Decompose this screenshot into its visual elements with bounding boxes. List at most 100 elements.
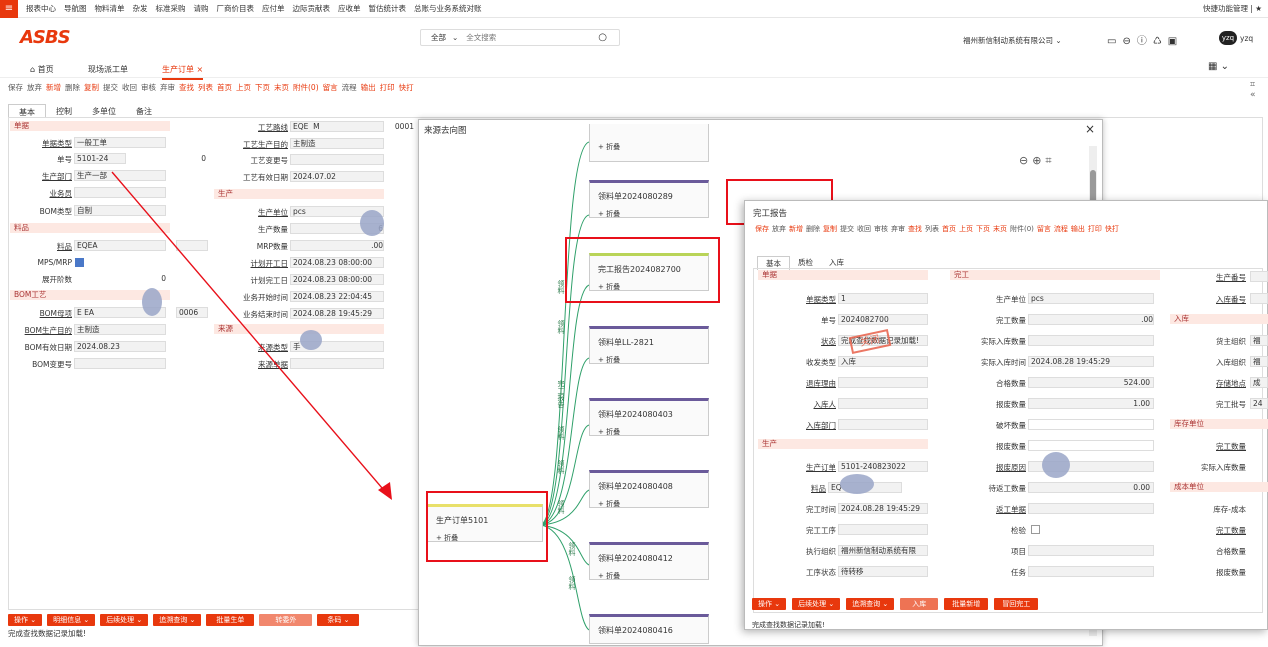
r-in-dept-field[interactable] [838, 419, 928, 430]
operate-button[interactable]: 操作 ⌄ [8, 614, 43, 626]
r-proc-field[interactable] [838, 524, 928, 535]
r-in-person-field[interactable] [838, 398, 928, 409]
edge-label: 领料 [557, 500, 565, 514]
rtb-recall[interactable]: 收回 [857, 225, 871, 233]
r-trace-button[interactable]: 追溯查询 ⌄ [846, 598, 895, 610]
r-in-org-field[interactable]: 福 [1250, 356, 1268, 367]
r-scrap2-label: 报废数量 [1216, 568, 1246, 577]
flow-node[interactable]: 领料单LL-2821 + 折叠 [589, 326, 709, 364]
followup-button[interactable]: 后续处理 ⌄ [100, 614, 149, 626]
trace-button[interactable]: 追溯查询 ⌄ [153, 614, 202, 626]
rtb-print[interactable]: 打印 [1088, 225, 1102, 233]
r-wait-label: 待返工数量 [988, 484, 1027, 493]
r-order-field[interactable]: 5101-240823022 [838, 461, 928, 472]
edge-label: 完工报告 [557, 380, 565, 408]
flow-node[interactable]: 领料单2024080403 + 折叠 [589, 398, 709, 436]
r-unit-label: 生产单位 [996, 295, 1026, 304]
r-org-field[interactable]: 福州新信制动系统有限 [838, 545, 928, 556]
status-text: 完成查找数据记录加载! [8, 629, 87, 638]
rtb-prev[interactable]: 上页 [959, 225, 973, 233]
redaction-blur [1042, 452, 1070, 478]
r-rd-label: 收发类型 [806, 358, 836, 367]
flow-node[interactable]: 领料单2024080416 [589, 614, 709, 644]
r-return-button[interactable]: 冒回完工 [994, 598, 1039, 610]
r-in-no-field[interactable] [1250, 293, 1268, 304]
r-status-label: 状态 [821, 337, 836, 346]
r-followup-button[interactable]: 后续处理 ⌄ [792, 598, 841, 610]
r-cost-org-field[interactable]: 福 [1250, 335, 1268, 346]
r-wait-field[interactable]: 0.00 [1028, 482, 1154, 493]
rtb-new[interactable]: 新增 [789, 225, 803, 233]
r-batch-new-button[interactable]: 批量新增 [944, 598, 989, 610]
r-reason-field[interactable] [838, 377, 928, 388]
r-no-field[interactable]: 2024082700 [838, 314, 928, 325]
r-scrap-field[interactable]: 1.00 [1028, 398, 1154, 409]
rtb-message[interactable]: 留言 [1037, 225, 1051, 233]
r-in-no-label: 入库番号 [1216, 295, 1246, 304]
r-time-field[interactable]: 2024.08.28 19:45:29 [838, 503, 928, 514]
rtb-quickprint[interactable]: 快打 [1105, 225, 1119, 233]
flow-node[interactable]: 领料单2024080408 + 折叠 [589, 470, 709, 508]
flow-node[interactable]: 领料单2024080289 + 折叠 [589, 180, 709, 218]
r-in-dept-label: 入库部门 [806, 421, 836, 430]
rtb-flow[interactable]: 流程 [1054, 225, 1068, 233]
rtb-copy[interactable]: 复制 [823, 225, 837, 233]
r-status-text: 完成查找数据记录加载! [752, 621, 825, 629]
r-section-in: 入库 [1170, 314, 1268, 324]
r-inspect-checkbox[interactable] [1031, 525, 1040, 534]
r-state-field[interactable]: 待转移 [838, 566, 928, 577]
r-in-button[interactable]: 入库 [900, 598, 939, 610]
bottom-buttons: 操作 ⌄ 明细信息 ⌄ 后续处理 ⌄ 追溯查询 ⌄ 批量生单 转委外 条码 ⌄ [8, 614, 360, 626]
edge-label: 领料 [568, 542, 576, 556]
report-dialog: 完工报告 保存 放弃 新增 删除 复制 提交 收回 审核 弃审 查找 列表 首页 上页 下页 末页 附件(0)… [744, 200, 1268, 630]
flow-node[interactable]: + 折叠 [589, 124, 709, 162]
rtb-unaudit[interactable]: 弃审 [891, 225, 905, 233]
r-broken-field[interactable] [1028, 419, 1154, 430]
r-unit-field[interactable]: pcs [1028, 293, 1154, 304]
r-task-field[interactable] [1028, 566, 1154, 577]
r-store-label: 存储地点 [1216, 379, 1246, 388]
r-scrap-reason-label: 报废原因 [996, 463, 1026, 472]
rtb-find[interactable]: 查找 [908, 225, 922, 233]
r-operate-button[interactable]: 操作 ⌄ [752, 598, 787, 610]
r-done2-label: 完工数量 [1216, 526, 1246, 535]
rtb-delete[interactable]: 删除 [806, 225, 820, 233]
r-act-in-time-field[interactable]: 2024.08.28 19:45:29 [1028, 356, 1154, 367]
r-scrap-label: 报废数量 [996, 400, 1026, 409]
report-title: 完工报告 [753, 209, 788, 219]
barcode-button[interactable]: 条码 ⌄ [317, 614, 360, 626]
rtb-output[interactable]: 输出 [1071, 225, 1085, 233]
r-no-label: 单号 [821, 316, 836, 325]
flow-node[interactable]: 领料单2024080412 + 折叠 [589, 542, 709, 580]
r-task-label: 任务 [1011, 568, 1026, 577]
rtb-list[interactable]: 列表 [925, 225, 939, 233]
r-prod-no-field[interactable] [1250, 271, 1268, 282]
r-report-field[interactable] [1028, 440, 1154, 451]
outsource-button[interactable]: 转委外 [259, 614, 313, 626]
r-ok-field[interactable]: 524.00 [1028, 377, 1154, 388]
rtb-attach[interactable]: 附件(0) [1010, 225, 1034, 233]
batch-create-button[interactable]: 批量生单 [206, 614, 255, 626]
r-rework-field[interactable] [1028, 503, 1154, 514]
rtb-first[interactable]: 首页 [942, 225, 956, 233]
rtb-audit[interactable]: 审核 [874, 225, 888, 233]
r-broken-label: 破坏数量 [996, 421, 1026, 430]
r-store-field[interactable]: 成 [1250, 377, 1268, 388]
r-act-in-field[interactable] [1028, 335, 1154, 346]
collapse-icon[interactable]: ⌗ « [1250, 80, 1256, 100]
r-section-stock: 库存单位 [1170, 419, 1268, 429]
r-done-label: 完工数量 [1216, 442, 1246, 451]
highlight-box [426, 491, 548, 562]
r-doc-type-field[interactable]: 1 [838, 293, 928, 304]
r-project-field[interactable] [1028, 545, 1154, 556]
r-lot-field[interactable]: 24 [1250, 398, 1268, 409]
r-rd-field[interactable]: 入库 [838, 356, 928, 367]
rtb-last[interactable]: 末页 [993, 225, 1007, 233]
r-in-person-label: 入库人 [813, 400, 837, 409]
rtb-cancel[interactable]: 放弃 [772, 225, 786, 233]
rtb-next[interactable]: 下页 [976, 225, 990, 233]
rtb-save[interactable]: 保存 [755, 225, 769, 233]
detail-button[interactable]: 明细信息 ⌄ [47, 614, 96, 626]
rtb-submit[interactable]: 提交 [840, 225, 854, 233]
r-done-qty-field[interactable]: .00 [1028, 314, 1154, 325]
